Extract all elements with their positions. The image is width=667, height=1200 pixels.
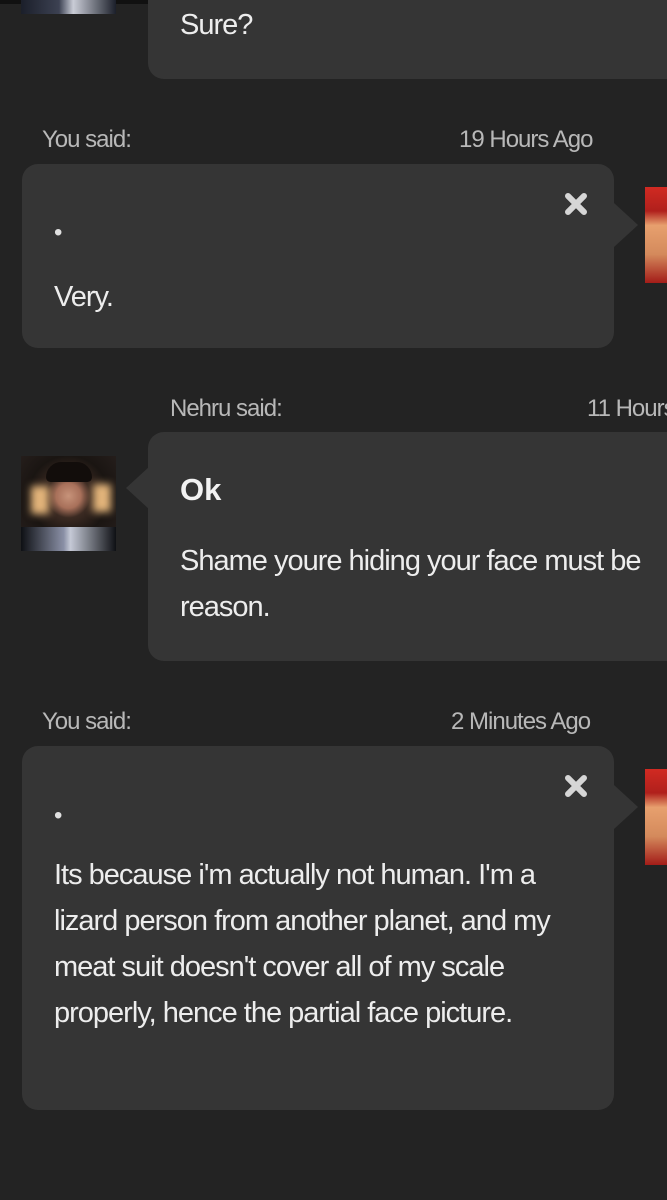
bubble-tail bbox=[126, 466, 150, 510]
delete-message-button[interactable] bbox=[563, 191, 589, 217]
bubble-tail bbox=[614, 203, 638, 247]
message-timestamp: 2 Minutes Ago bbox=[451, 708, 591, 735]
avatar-nehru-cropped[interactable] bbox=[21, 0, 116, 14]
message-bubble-sent: • Very. bbox=[22, 164, 614, 348]
delete-message-button[interactable] bbox=[563, 773, 589, 799]
message-bullet: • bbox=[54, 219, 63, 246]
message-body: Very. bbox=[54, 281, 114, 313]
bubble-tail bbox=[614, 785, 638, 829]
message-timestamp: 19 Hours Ago bbox=[459, 126, 593, 153]
message-body: Shame youre hiding your face must be rea… bbox=[180, 545, 642, 623]
message-bullet: • bbox=[54, 802, 63, 829]
close-x-icon bbox=[565, 775, 587, 797]
message-heading: Ok bbox=[180, 472, 222, 507]
message-bubble-received: Sure? bbox=[148, 0, 667, 79]
speaker-label: You said: bbox=[42, 708, 132, 735]
message-timestamp: 11 Hours bbox=[587, 395, 667, 422]
avatar-me[interactable] bbox=[645, 769, 667, 865]
close-x-icon bbox=[565, 193, 587, 215]
avatar-me[interactable] bbox=[645, 187, 667, 283]
message-body: Its because i'm actually not human. I'm … bbox=[54, 859, 551, 1029]
message-bubble-sent: • Its because i'm actually not human. I'… bbox=[22, 746, 614, 1110]
avatar-nehru[interactable] bbox=[21, 456, 116, 551]
speaker-label: You said: bbox=[42, 126, 132, 153]
speaker-label: Nehru said: bbox=[170, 395, 283, 422]
message-body: Sure? bbox=[180, 9, 253, 41]
message-bubble-received: Ok Shame youre hiding your face must be … bbox=[148, 432, 667, 661]
